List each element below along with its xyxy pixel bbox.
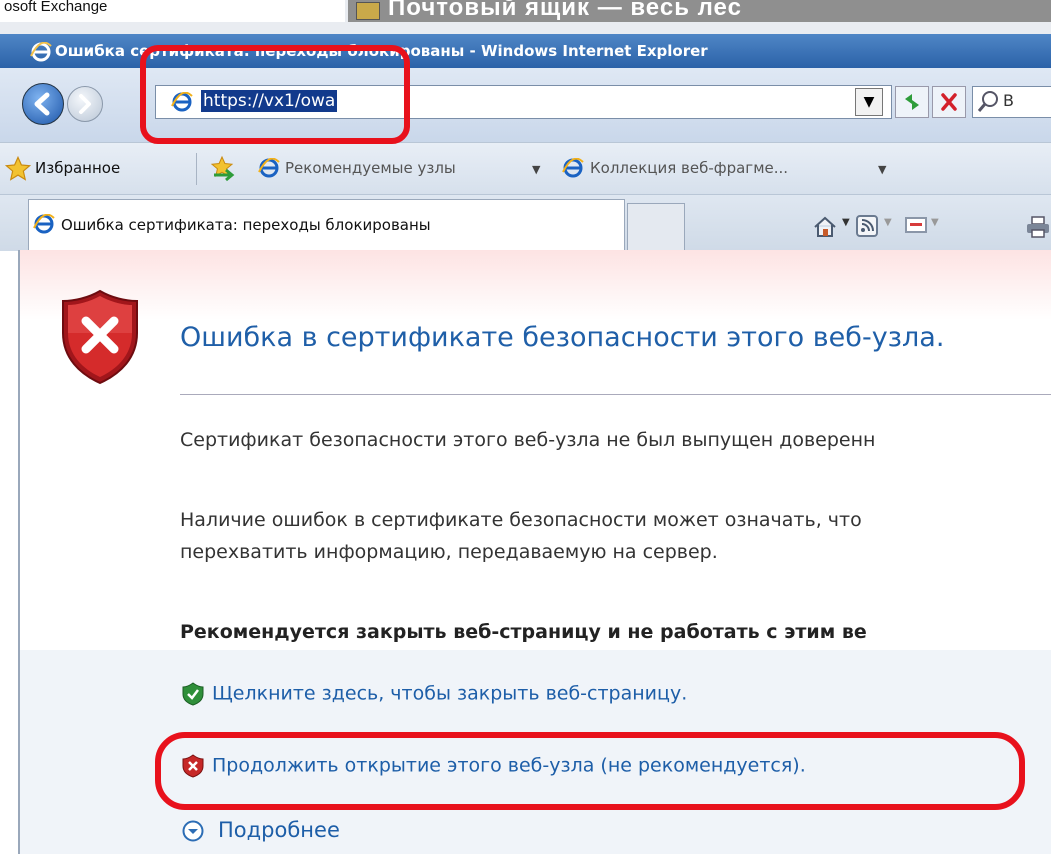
annotation-url-highlight [140, 45, 410, 144]
background-right-text: Почтовый ящик — весь лес [388, 0, 742, 21]
more-information-toggle[interactable]: Подробнее [182, 818, 340, 842]
more-information-label[interactable]: Подробнее [218, 818, 340, 842]
favorites-button-label[interactable]: Избранное [35, 159, 120, 177]
mailbox-icon [356, 2, 380, 20]
refresh-icon [905, 94, 919, 110]
chevron-down-icon[interactable]: ▼ [842, 217, 850, 228]
chevron-down-icon[interactable]: ▼ [532, 163, 540, 176]
page-title: Ошибка в сертификате безопасности этого … [180, 322, 945, 353]
forward-button[interactable] [67, 86, 103, 122]
tab-certificate-error[interactable]: Ошибка сертификата: переходы блокированы [28, 199, 625, 250]
tab-title: Ошибка сертификата: переходы блокированы [61, 216, 431, 234]
favorites-star-icon [4, 155, 32, 181]
stop-button[interactable] [932, 86, 966, 118]
chevron-down-icon[interactable]: ▼ [931, 217, 939, 228]
certificate-error-explanation-line-2: перехватить информацию, передаваемую на … [180, 541, 718, 563]
close-page-link-text[interactable]: Щелкните здесь, чтобы закрыть веб-страни… [212, 683, 687, 705]
feeds-icon[interactable] [856, 215, 878, 237]
security-shield-error-icon [62, 289, 138, 385]
favorites-separator [196, 153, 197, 185]
recommendation-text: Рекомендуется закрыть веб-страницу и не … [180, 621, 867, 643]
close-page-link[interactable]: Щелкните здесь, чтобы закрыть веб-страни… [182, 682, 687, 706]
search-input[interactable]: B [972, 86, 1051, 118]
favorites-item-suggested-sites[interactable]: Рекомендуемые узлы [285, 159, 456, 177]
tab-bar: Ошибка сертификата: переходы блокированы… [0, 194, 1051, 251]
forward-arrow-icon [79, 94, 91, 114]
refresh-button[interactable] [895, 86, 929, 118]
search-placeholder: B [1003, 91, 1014, 110]
ie-logo-icon [30, 42, 52, 62]
suggested-sites-ie-icon [258, 158, 280, 178]
chevron-down-icon[interactable]: ▼ [884, 217, 892, 228]
error-gradient-band [20, 250, 1051, 320]
chevron-down-icon: ▼ [863, 94, 875, 110]
favorites-bar: Избранное Рекомендуемые узлы ▼ Коллекция… [0, 142, 1051, 195]
new-tab-button[interactable] [627, 203, 685, 250]
divider [180, 394, 1051, 395]
expand-chevron-icon [182, 820, 204, 842]
certificate-error-explanation-line-1: Наличие ошибок в сертификате безопасност… [180, 509, 862, 531]
shield-check-icon [182, 682, 204, 706]
annotation-continue-highlight [155, 732, 1025, 810]
mail-icon[interactable] [905, 217, 927, 235]
background-window-mailbox-title: Почтовый ящик — весь лес [348, 0, 1051, 22]
address-dropdown-button[interactable]: ▼ [855, 88, 883, 116]
home-icon[interactable] [812, 215, 838, 239]
favorites-item-web-slice-gallery[interactable]: Коллекция веб-фрагме... [590, 159, 788, 177]
back-arrow-icon [34, 92, 50, 116]
web-slice-gallery-ie-icon [562, 158, 584, 178]
add-to-favorites-icon[interactable] [208, 155, 238, 183]
background-left-text: osoft Exchange [4, 0, 108, 15]
chevron-down-icon[interactable]: ▼ [878, 163, 886, 176]
background-window-left-title: osoft Exchange [0, 0, 345, 22]
tab-ie-icon [33, 214, 55, 234]
stop-icon [941, 93, 957, 111]
search-icon [977, 91, 998, 112]
certificate-not-trusted-text: Сертификат безопасности этого веб-узла н… [180, 429, 876, 451]
back-button[interactable] [22, 83, 64, 125]
print-icon[interactable] [1025, 215, 1051, 239]
